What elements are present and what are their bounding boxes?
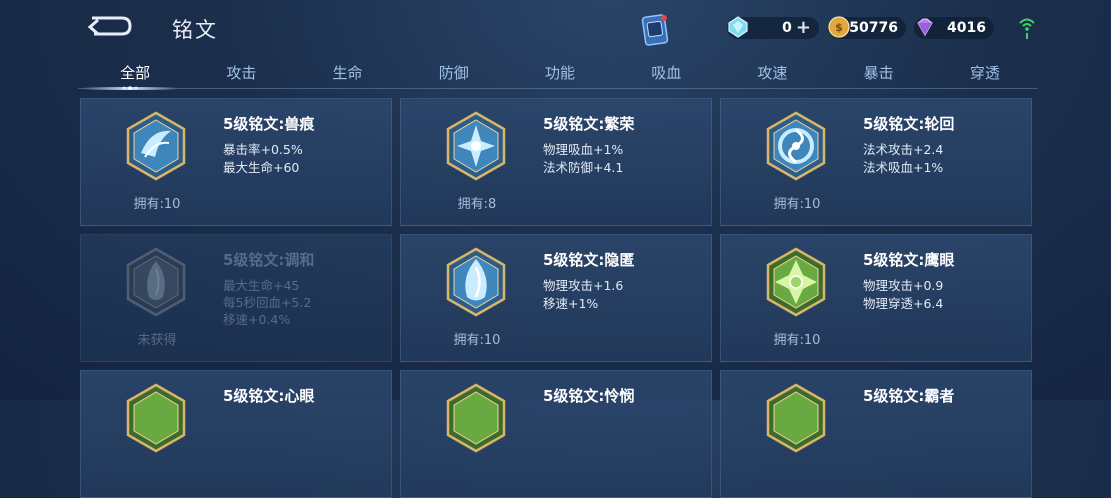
inscription-name: 5级铭文:繁荣 — [543, 115, 635, 133]
network-signal-icon — [1019, 18, 1035, 39]
inscription-stat: 移速+0.4% — [223, 312, 291, 327]
inscription-name: 5级铭文:心眼 — [223, 387, 315, 405]
gem-currency: 4016 — [914, 16, 994, 40]
inscription-stat: 物理穿透+6.4 — [863, 296, 944, 311]
inscription-stat: 物理攻击+1.6 — [543, 278, 624, 293]
inscription-name: 5级铭文:怜悯 — [543, 387, 635, 405]
inscription-card[interactable]: 拥有:10 5级铭文:兽痕 暴击率+0.5% 最大生命+60 — [80, 98, 392, 226]
dominator-emblem-icon — [766, 383, 826, 453]
mind-eye-emblem-icon — [126, 383, 186, 453]
inscription-name: 5级铭文:鹰眼 — [863, 251, 955, 269]
reincarnation-emblem-icon — [766, 111, 826, 181]
inscription-card[interactable]: 拥有:8 5级铭文:繁荣 物理吸血+1% 法术防御+4.1 — [400, 98, 712, 226]
inscription-stat: 最大生命+60 — [223, 160, 300, 175]
inscription-card-locked[interactable]: 未获得 5级铭文:调和 最大生命+45 每5秒回血+5.2 移速+0.4% — [80, 234, 392, 362]
svg-text:$: $ — [835, 21, 843, 34]
prosperity-emblem-icon — [446, 111, 506, 181]
inscription-card[interactable]: 拥有:10 5级铭文:隐匿 物理攻击+1.6 移速+1% — [400, 234, 712, 362]
page-title: 铭文 — [172, 18, 218, 42]
not-owned-label: 未获得 — [137, 333, 177, 348]
category-tabs: 全部 攻击 生命 防御 功能 吸血 攻速 暴击 穿透 — [82, 60, 1038, 90]
inscription-card[interactable]: 5级铭文:霸者 — [720, 370, 1032, 498]
tab-lifesteal[interactable]: 吸血 — [613, 60, 719, 90]
owned-count: 拥有:10 — [453, 333, 501, 348]
tab-attack[interactable]: 攻击 — [188, 60, 294, 90]
inscription-card[interactable]: 5级铭文:心眼 — [80, 370, 392, 498]
tab-health[interactable]: 生命 — [294, 60, 400, 90]
inscription-name: 5级铭文:轮回 — [863, 115, 955, 133]
inscription-name: 5级铭文:调和 — [223, 251, 315, 269]
tab-utility[interactable]: 功能 — [507, 60, 613, 90]
owned-count: 拥有:10 — [133, 197, 181, 212]
inscription-card[interactable]: 拥有:10 5级铭文:轮回 法术攻击+2.4 法术吸血+1% — [720, 98, 1032, 226]
inscription-stat: 暴击率+0.5% — [223, 142, 303, 157]
inscription-stat: 法术吸血+1% — [863, 160, 944, 175]
inscription-stat: 法术攻击+2.4 — [863, 142, 944, 157]
gold-amount: 50776 — [849, 20, 898, 36]
inscription-stat: 物理攻击+0.9 — [863, 278, 944, 293]
inscription-stat: 物理吸血+1% — [543, 142, 624, 157]
mercy-emblem-icon — [446, 383, 506, 453]
eagle-eye-emblem-icon — [766, 247, 826, 317]
back-arrow-icon[interactable] — [82, 12, 134, 42]
inscription-name: 5级铭文:隐匿 — [543, 251, 635, 269]
gold-coin-icon: $ — [828, 16, 850, 38]
inscription-name: 5级铭文:霸者 — [863, 387, 955, 405]
inscription-name: 5级铭文:兽痕 — [223, 115, 315, 133]
inscription-stat: 移速+1% — [543, 296, 599, 311]
diamond-icon — [728, 16, 748, 38]
gold-currency: 50776 $ — [828, 16, 906, 40]
tab-attack-speed[interactable]: 攻速 — [719, 60, 825, 90]
tab-penetration[interactable]: 穿透 — [932, 60, 1038, 90]
gem-amount: 4016 — [947, 20, 986, 36]
inscription-card[interactable]: 拥有:10 5级铭文:鹰眼 物理攻击+0.9 物理穿透+6.4 — [720, 234, 1032, 362]
top-bar: 铭文 0 + 50776 $ 4016 — [0, 0, 1111, 58]
tab-divider — [78, 88, 1038, 89]
tab-defense[interactable]: 防御 — [401, 60, 507, 90]
owned-count: 拥有:8 — [457, 197, 497, 212]
owned-count: 拥有:10 — [773, 333, 821, 348]
owned-count: 拥有:10 — [773, 197, 821, 212]
stealth-emblem-icon — [446, 247, 506, 317]
purple-gem-icon — [917, 18, 933, 37]
diamond-currency: 0 + — [727, 16, 819, 40]
inscription-stat: 法术防御+4.1 — [543, 160, 624, 175]
add-diamond-button[interactable]: + — [796, 19, 811, 37]
inscription-bag-icon[interactable] — [640, 12, 670, 48]
harmony-emblem-icon — [126, 247, 186, 317]
diamond-amount: 0 — [782, 20, 792, 36]
hunter-mark-emblem-icon — [126, 111, 186, 181]
tab-indicator-dots-icon — [122, 86, 138, 90]
tab-critical[interactable]: 暴击 — [826, 60, 932, 90]
inscription-card[interactable]: 5级铭文:怜悯 — [400, 370, 712, 498]
